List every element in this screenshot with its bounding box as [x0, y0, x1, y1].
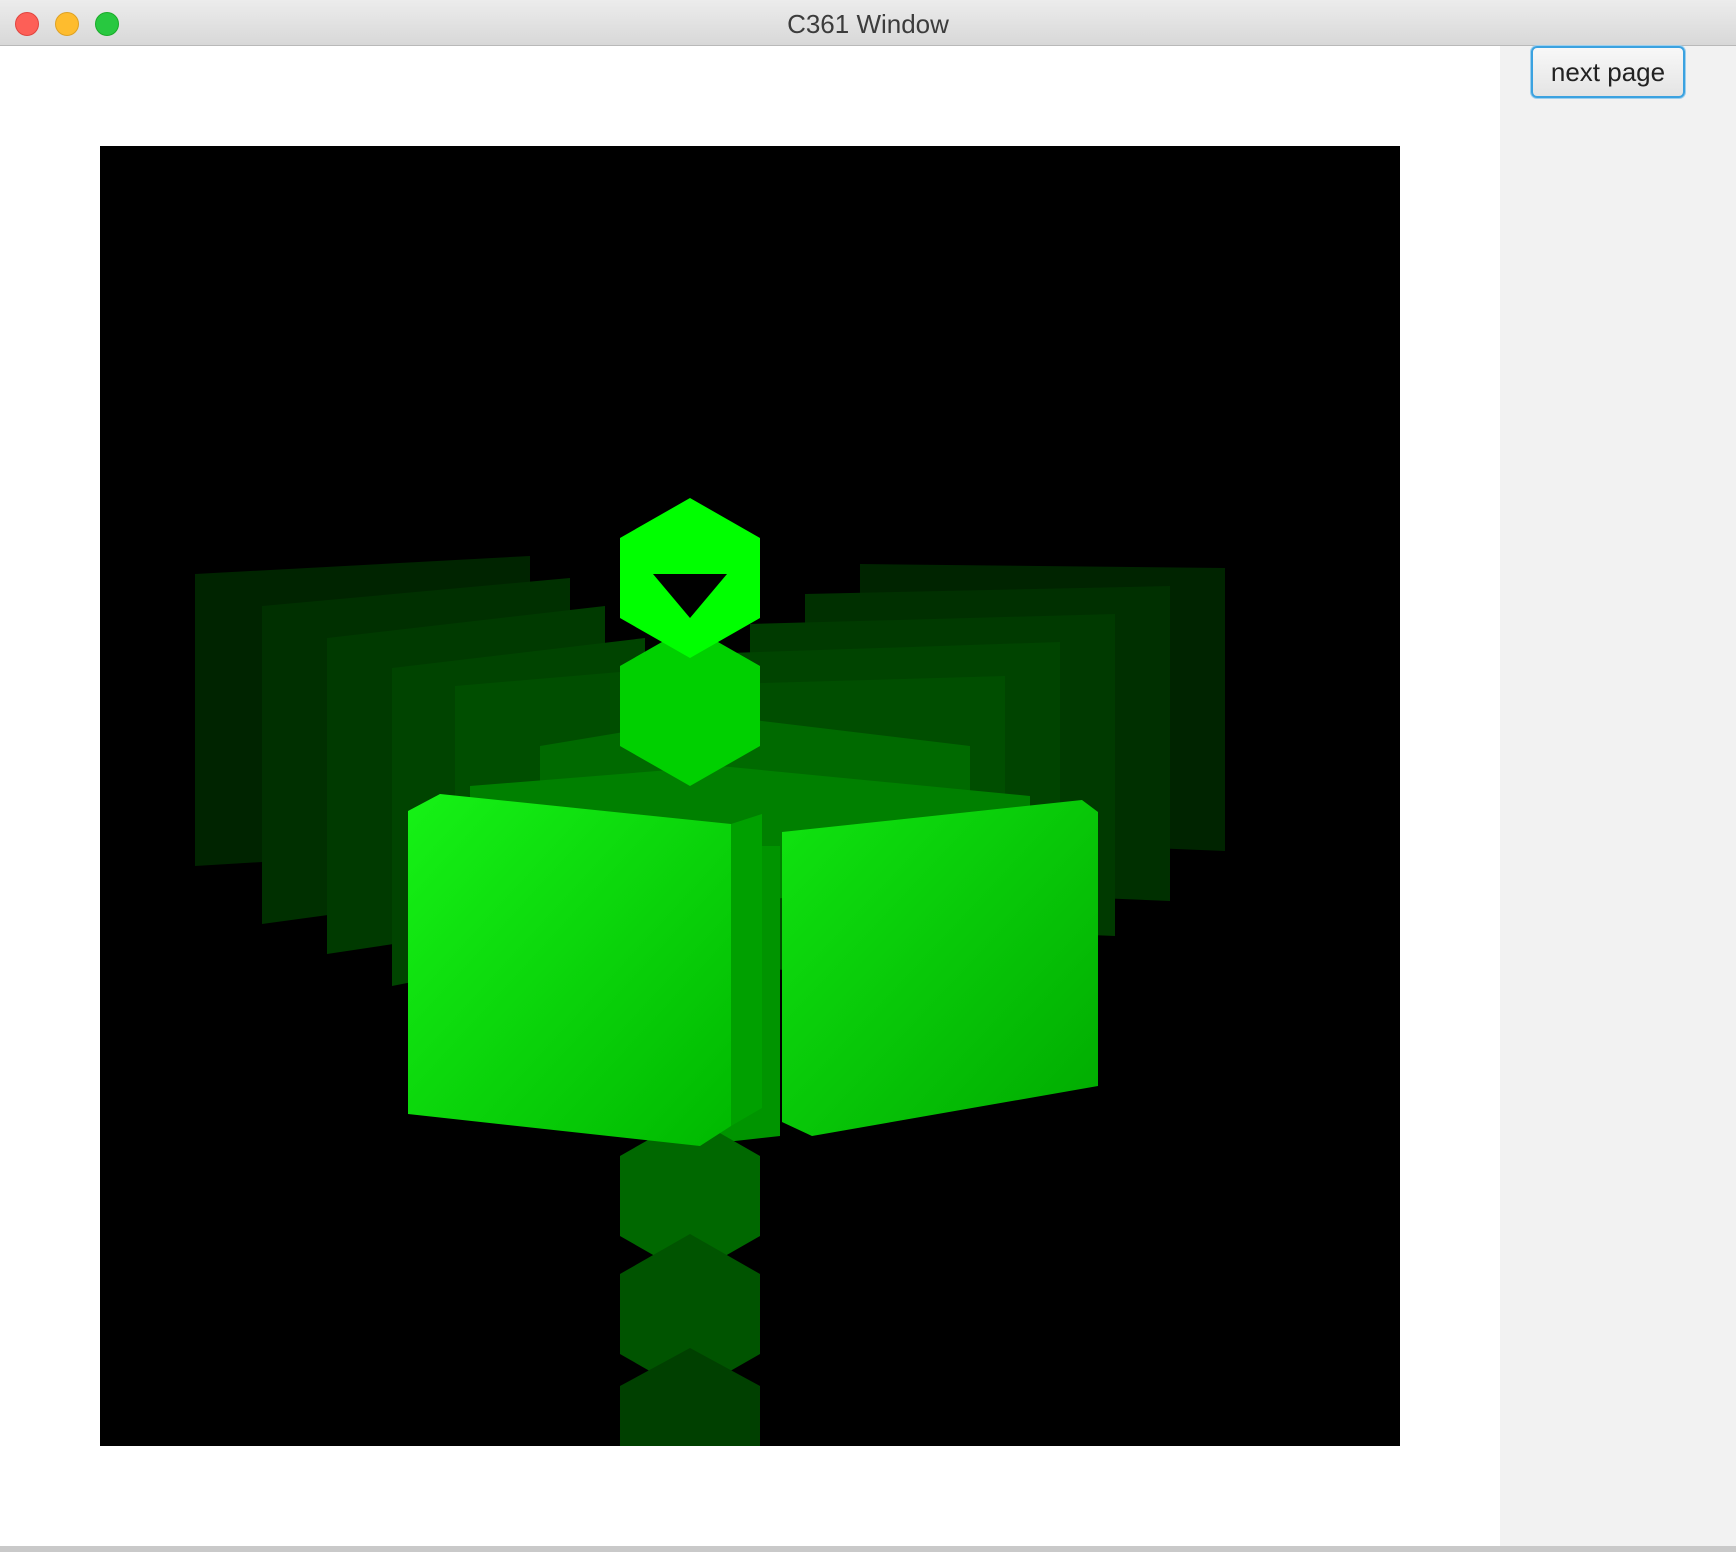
app-window: C361 Window next page	[0, 0, 1736, 1552]
front-left-block	[408, 794, 731, 1146]
window-bottom-edge	[0, 1546, 1736, 1552]
title-bar[interactable]: C361 Window	[0, 0, 1736, 46]
window-content: next page	[0, 46, 1736, 1546]
front-left-block-side	[731, 814, 762, 1126]
render-canvas[interactable]	[100, 146, 1400, 1446]
front-right-block	[782, 800, 1098, 1136]
window-title: C361 Window	[787, 9, 949, 39]
rendered-scene	[195, 498, 1225, 1446]
hex-stack-lower	[620, 1116, 760, 1446]
next-page-button[interactable]: next page	[1531, 46, 1685, 98]
side-panel: next page	[1500, 46, 1736, 1546]
